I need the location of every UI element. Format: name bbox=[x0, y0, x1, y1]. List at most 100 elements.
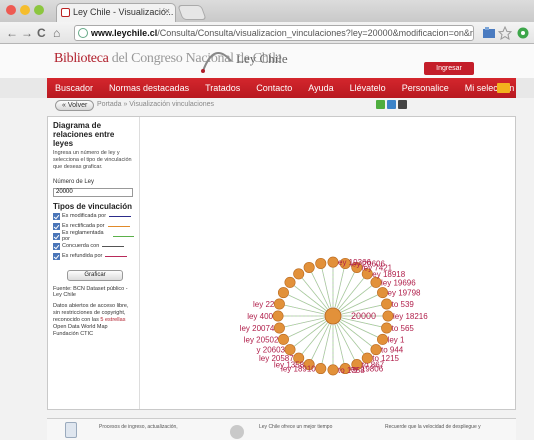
share-green-icon[interactable] bbox=[376, 100, 385, 109]
green-dot-icon[interactable] bbox=[516, 26, 530, 40]
url-host: www.leychile.cl bbox=[91, 28, 158, 38]
graph-node bbox=[327, 256, 339, 268]
graph-node bbox=[315, 363, 327, 375]
globe-icon bbox=[78, 28, 88, 38]
menu-item-llevatelo[interactable]: Llévatelo bbox=[342, 83, 394, 93]
graph-node-label: ley 20587 bbox=[259, 354, 294, 363]
graph-node-label: ley 400 bbox=[247, 312, 273, 321]
license-text-b: Open Data World Map Fundación CTIC bbox=[53, 324, 108, 337]
menu-strip: Buscador Normas destacadas Tratados Cont… bbox=[0, 78, 534, 98]
browser-toolbar: ← → C ⌂ www.leychile.cl/Consulta/Consult… bbox=[0, 22, 534, 44]
browser-tab[interactable]: Ley Chile - Visualizació... × bbox=[56, 3, 176, 22]
tab-bar: Ley Chile - Visualizació... × bbox=[0, 0, 534, 22]
site-header: Biblioteca del Congreso Nacional de Chil… bbox=[0, 44, 534, 78]
graph-button[interactable]: Graficar bbox=[67, 270, 123, 281]
five-stars-link[interactable]: 5 estrellas bbox=[100, 317, 125, 323]
link-type-label: Concuerda con bbox=[62, 243, 100, 249]
legend-line bbox=[107, 225, 130, 227]
link-types-title: Tipos de vinculación bbox=[53, 202, 132, 211]
back-button[interactable]: « Volver bbox=[55, 100, 95, 111]
checkbox[interactable] bbox=[53, 242, 60, 250]
main-menu: Buscador Normas destacadas Tratados Cont… bbox=[47, 78, 516, 98]
page-footer: Procesos de ingreso, actualización, Ley … bbox=[47, 418, 516, 440]
checkbox[interactable] bbox=[53, 212, 60, 220]
star-icon[interactable] bbox=[498, 26, 512, 40]
breadcrumb-bar: « Volver Portada » Visualización vincula… bbox=[47, 99, 516, 113]
address-bar[interactable]: www.leychile.cl/Consulta/Consulta/visual… bbox=[74, 25, 474, 41]
checkbox[interactable] bbox=[53, 232, 60, 240]
breadcrumb: Portada » Visualización vinculaciones bbox=[97, 101, 214, 108]
graph-node bbox=[382, 310, 394, 322]
law-number-label: Número de Ley bbox=[53, 179, 95, 185]
logo-arc-icon bbox=[201, 52, 232, 73]
folder-icon[interactable] bbox=[497, 83, 510, 93]
graph-node-label: ey 19798 bbox=[388, 289, 421, 298]
license-text: Datos abiertos de acceso libre, sin rest… bbox=[53, 303, 134, 338]
checkbox[interactable] bbox=[53, 252, 60, 260]
graph-node bbox=[284, 276, 296, 288]
link-type-label: Es modificada por bbox=[62, 213, 107, 219]
browser-window: Ley Chile - Visualizació... × ← → C ⌂ ww… bbox=[0, 0, 534, 440]
graph-node-label: ley 1 bbox=[388, 335, 405, 344]
graph-node bbox=[377, 333, 389, 345]
favicon-icon bbox=[61, 8, 70, 17]
legend-line bbox=[113, 235, 134, 237]
web-page: Biblioteca del Congreso Nacional de Chil… bbox=[0, 44, 534, 440]
graph-node-label: y 20603 bbox=[257, 346, 286, 355]
menu-item-personalice[interactable]: Personalice bbox=[394, 83, 457, 93]
document-icon bbox=[65, 422, 77, 438]
graph-node bbox=[277, 333, 289, 345]
home-icon[interactable]: ⌂ bbox=[53, 25, 60, 41]
menu-item-contacto[interactable]: Contacto bbox=[248, 83, 300, 93]
footer-col-3: Recuerde que la velocidad de despliegue … bbox=[385, 424, 481, 430]
menu-item-tratados[interactable]: Tratados bbox=[197, 83, 248, 93]
link-type-concuerda[interactable]: Concuerda con bbox=[53, 241, 134, 251]
link-types-list: Es modificada por Es rectificada por Es … bbox=[53, 211, 134, 261]
data-source: Fuente: BCN Dataset público - Ley Chile bbox=[53, 286, 128, 298]
back-arrow-icon[interactable]: ← bbox=[6, 25, 18, 41]
tab-close-icon[interactable]: × bbox=[165, 6, 170, 16]
main-content: Diagrama de relaciones entre leyes Ingre… bbox=[47, 116, 516, 410]
forward-arrow-icon[interactable]: → bbox=[21, 25, 33, 41]
legend-line bbox=[102, 245, 125, 247]
reload-icon[interactable]: C bbox=[37, 25, 46, 41]
graph-node bbox=[293, 268, 305, 280]
sidebar-instructions: Ingresa un número de ley y selecciona el… bbox=[53, 150, 132, 170]
menu-item-ayuda[interactable]: Ayuda bbox=[300, 83, 341, 93]
graph-node bbox=[381, 298, 393, 310]
tab-title: Ley Chile - Visualizació... bbox=[73, 7, 174, 17]
menu-item-normas[interactable]: Normas destacadas bbox=[101, 83, 197, 93]
menu-item-mi-seleccion[interactable]: Mi selección bbox=[457, 83, 523, 93]
sidebar: Diagrama de relaciones entre leyes Ingre… bbox=[48, 117, 140, 409]
close-window-icon[interactable] bbox=[6, 5, 16, 15]
print-icon[interactable] bbox=[398, 100, 407, 109]
share-blue-icon[interactable] bbox=[387, 100, 396, 109]
url-path: /Consulta/Consulta/visualizacion_vincula… bbox=[157, 28, 473, 38]
graph-node bbox=[273, 322, 285, 334]
graph-node bbox=[277, 287, 289, 299]
legend-line bbox=[105, 255, 128, 257]
graph-node-label: to 1358 bbox=[338, 366, 365, 375]
minimize-window-icon[interactable] bbox=[20, 5, 30, 15]
graph-center-node bbox=[324, 307, 342, 325]
link-type-reglamentada[interactable]: Es reglamentada por bbox=[53, 230, 134, 242]
footer-col-2: Ley Chile ofrece un mejor tiempo bbox=[259, 424, 333, 430]
zoom-window-icon[interactable] bbox=[34, 5, 44, 15]
link-type-modificada[interactable]: Es modificada por bbox=[53, 211, 134, 221]
law-number-input[interactable]: 20000 bbox=[53, 188, 133, 197]
graph-center-label: 20000 bbox=[351, 311, 376, 321]
new-tab-button[interactable] bbox=[177, 5, 207, 20]
graph-node-label: ley 20074 bbox=[240, 324, 275, 333]
link-type-label: Es refundida por bbox=[62, 253, 103, 259]
link-type-refundida[interactable]: Es refundida por bbox=[53, 251, 134, 261]
ley-chile-logo[interactable]: Ley Chile bbox=[236, 51, 288, 67]
graph-node bbox=[327, 364, 339, 376]
menu-item-buscador[interactable]: Buscador bbox=[47, 83, 101, 93]
graph-node-label: ley 19696 bbox=[381, 278, 416, 287]
graph-node-label: to 539 bbox=[392, 300, 415, 309]
extension-icon[interactable] bbox=[482, 26, 496, 40]
graph-node-label: ley 20502 bbox=[244, 335, 279, 344]
checkbox[interactable] bbox=[53, 222, 60, 230]
login-button[interactable]: Ingresar bbox=[424, 62, 474, 75]
graph-node-label: ley 18216 bbox=[393, 312, 428, 321]
